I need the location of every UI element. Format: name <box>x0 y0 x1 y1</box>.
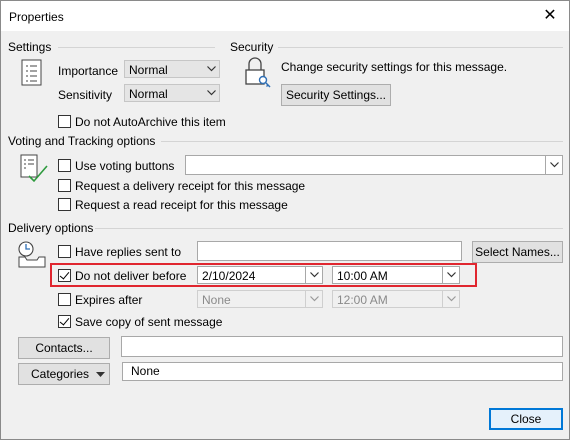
categories-field[interactable]: None <box>122 362 563 381</box>
contacts-field[interactable] <box>121 336 563 357</box>
dnd-date-value: 2/10/2024 <box>202 269 256 283</box>
dialog-title: Properties <box>9 10 64 24</box>
read-receipt-label: Request a read receipt for this message <box>75 198 288 212</box>
lock-key-icon <box>245 57 271 88</box>
replies-checkbox[interactable] <box>58 245 71 258</box>
chevron-down-icon <box>442 267 459 283</box>
chevron-down-icon <box>442 291 459 307</box>
security-divider <box>278 47 563 48</box>
autoarchive-checkbox[interactable] <box>58 115 71 128</box>
chevron-down-icon <box>305 291 322 307</box>
sensitivity-select[interactable]: Normal <box>124 84 220 102</box>
importance-select[interactable]: Normal <box>124 60 220 78</box>
expires-after-checkbox[interactable] <box>58 293 71 306</box>
dnd-time-value: 10:00 AM <box>337 269 388 283</box>
chevron-down-icon <box>203 61 219 77</box>
replies-label: Have replies sent to <box>75 245 182 259</box>
title-bar: Properties ✕ <box>1 1 569 31</box>
expires-time-value: 12:00 AM <box>337 293 388 307</box>
voting-header: Voting and Tracking options <box>8 134 156 148</box>
settings-divider <box>58 47 215 48</box>
do-not-deliver-label: Do not deliver before <box>75 269 187 283</box>
chevron-down-icon <box>305 267 322 283</box>
do-not-deliver-time-select[interactable]: 10:00 AM <box>332 266 460 284</box>
autoarchive-label: Do not AutoArchive this item <box>75 115 226 129</box>
categories-value: None <box>131 364 160 378</box>
voting-buttons-select[interactable] <box>185 155 563 175</box>
save-copy-checkbox[interactable] <box>58 315 71 328</box>
close-button[interactable]: Close <box>489 408 563 430</box>
importance-value: Normal <box>129 63 168 77</box>
delivery-clock-icon <box>18 241 46 268</box>
replies-field[interactable] <box>197 241 462 261</box>
document-properties-icon <box>21 59 42 86</box>
expires-date-value: None <box>202 293 231 307</box>
delivery-header: Delivery options <box>8 221 94 235</box>
settings-header: Settings <box>8 40 52 54</box>
expires-date-picker[interactable]: None <box>197 290 323 308</box>
select-names-button[interactable]: Select Names... <box>472 241 563 263</box>
delivery-divider <box>95 228 563 229</box>
do-not-deliver-date-picker[interactable]: 2/10/2024 <box>197 266 323 284</box>
voting-checklist-icon <box>20 154 48 183</box>
voting-divider <box>161 141 563 142</box>
sensitivity-value: Normal <box>129 87 168 101</box>
delivery-receipt-checkbox[interactable] <box>58 179 71 192</box>
do-not-deliver-checkbox[interactable] <box>58 269 71 282</box>
chevron-down-icon <box>545 156 562 174</box>
read-receipt-checkbox[interactable] <box>58 198 71 211</box>
contacts-button[interactable]: Contacts... <box>18 337 110 359</box>
close-icon[interactable]: ✕ <box>537 4 563 28</box>
properties-dialog: Properties ✕ Settings Importance Normal … <box>0 0 570 440</box>
use-voting-label: Use voting buttons <box>75 159 175 173</box>
save-copy-label: Save copy of sent message <box>75 315 223 329</box>
expires-after-label: Expires after <box>75 293 143 307</box>
importance-label: Importance <box>58 64 119 78</box>
caret-down-icon <box>96 372 105 377</box>
security-header: Security <box>230 40 274 54</box>
delivery-receipt-label: Request a delivery receipt for this mess… <box>75 179 306 193</box>
categories-button[interactable]: Categories <box>18 363 110 385</box>
expires-time-select[interactable]: 12:00 AM <box>332 290 460 308</box>
security-description: Change security settings for this messag… <box>281 60 508 74</box>
security-settings-button[interactable]: Security Settings... <box>281 84 391 106</box>
categories-button-label: Categories <box>31 367 90 381</box>
sensitivity-label: Sensitivity <box>58 88 113 102</box>
chevron-down-icon <box>203 85 219 101</box>
use-voting-checkbox[interactable] <box>58 159 71 172</box>
